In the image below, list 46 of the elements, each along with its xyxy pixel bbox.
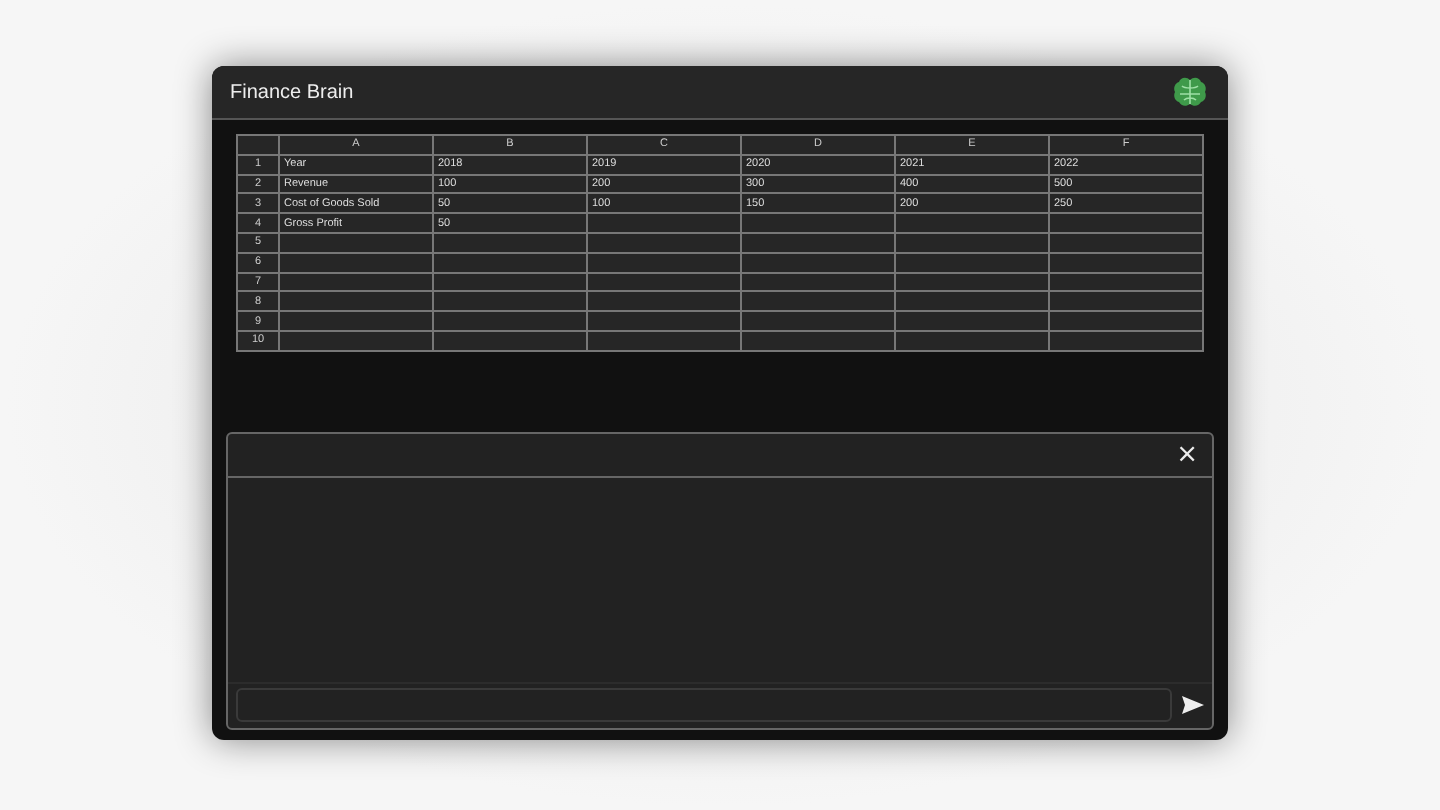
table-cell[interactable] — [279, 252, 433, 273]
table-cell[interactable] — [1049, 213, 1203, 233]
window-title: Finance Brain — [230, 81, 354, 103]
table-cell[interactable] — [741, 311, 895, 331]
send-button[interactable] — [1180, 693, 1204, 718]
table-cell[interactable] — [587, 252, 741, 273]
table-cell[interactable] — [433, 330, 587, 351]
table-cell[interactable] — [741, 232, 895, 253]
table-cell[interactable] — [1049, 291, 1203, 312]
table-cell[interactable] — [279, 291, 433, 312]
table-cell[interactable] — [1049, 232, 1203, 253]
table-cell[interactable] — [1049, 252, 1203, 273]
table-cell[interactable] — [895, 232, 1049, 253]
brain-icon — [1172, 75, 1208, 109]
table-cell[interactable] — [1049, 311, 1203, 331]
table-cell[interactable] — [1049, 272, 1203, 292]
table-cell[interactable] — [433, 272, 587, 292]
table-cell[interactable] — [895, 311, 1049, 331]
table-cell[interactable] — [279, 272, 433, 292]
table-cell[interactable] — [741, 252, 895, 273]
table-cell[interactable] — [587, 232, 741, 253]
table-cell[interactable] — [895, 213, 1049, 233]
table-cell[interactable] — [433, 232, 587, 253]
table-cell[interactable] — [279, 330, 433, 351]
table-cell[interactable] — [433, 311, 587, 331]
close-button[interactable]: × — [1172, 441, 1202, 468]
table-cell[interactable] — [279, 232, 433, 253]
table-cell[interactable] — [587, 272, 741, 292]
table-cell[interactable] — [895, 330, 1049, 351]
table-cell[interactable] — [279, 311, 433, 331]
table-cell[interactable] — [741, 213, 895, 233]
table-cell[interactable] — [895, 272, 1049, 292]
table-cell[interactable] — [741, 272, 895, 292]
table-cell[interactable] — [587, 311, 741, 331]
table-cell[interactable] — [587, 213, 741, 233]
table-cell[interactable] — [433, 252, 587, 273]
table-cell[interactable] — [895, 291, 1049, 312]
corner-cell — [237, 135, 279, 155]
table-cell[interactable] — [433, 291, 587, 312]
message-input[interactable] — [236, 688, 1172, 723]
table-cell[interactable] — [741, 330, 895, 351]
table-cell[interactable] — [895, 252, 1049, 273]
table-cell[interactable] — [1049, 330, 1203, 351]
table-cell[interactable] — [741, 291, 895, 312]
table-cell[interactable] — [587, 291, 741, 312]
table-cell[interactable] — [587, 330, 741, 351]
